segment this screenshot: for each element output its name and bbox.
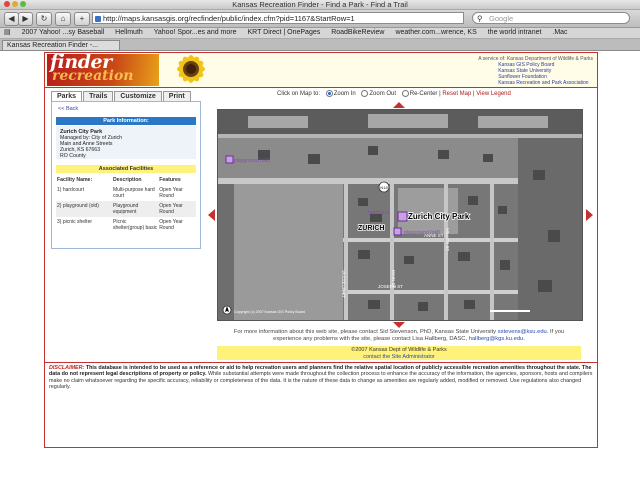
- contact-text: .: [523, 336, 525, 342]
- url-text: http://maps.kansasgis.org/recfinder/publ…: [103, 14, 355, 23]
- home-button[interactable]: ⌂: [55, 12, 71, 26]
- add-bookmark-button[interactable]: +: [74, 12, 90, 26]
- bookmarks-icon[interactable]: ▤: [4, 29, 11, 36]
- facilities-table: Facility Name: Description Features 1) h…: [56, 175, 196, 233]
- back-link[interactable]: << Back: [58, 106, 78, 112]
- column-header: Description: [113, 177, 142, 183]
- street-label: MAIN ST: [391, 270, 396, 289]
- bookmark-link[interactable]: the world intranet: [488, 29, 542, 36]
- window-titlebar: Kansas Recreation Finder - Find a Park -…: [0, 0, 640, 10]
- pan-south-arrow-icon[interactable]: [393, 322, 405, 328]
- park-info-header: Park Information:: [56, 117, 196, 125]
- street-label: MILLER ST: [445, 228, 450, 252]
- search-placeholder: Google: [489, 14, 514, 23]
- bookmarks-bar: ▤ 2007 Yahoo! ...sy Baseball Hellmuth Ya…: [0, 28, 640, 39]
- copyright-bar: ©2007 Kansas Dept of Wildlife & Parks co…: [217, 346, 581, 360]
- zoom-out-label[interactable]: Zoom Out: [369, 91, 396, 97]
- browser-tab[interactable]: Kansas Recreation Finder -...: [2, 40, 120, 50]
- site-logo[interactable]: finder recreation: [47, 51, 159, 86]
- table-row: 1) hardcourt Multi-purpose hard court Op…: [56, 185, 196, 201]
- facility-name: 3) picnic shelter: [57, 219, 93, 225]
- pan-west-arrow-icon[interactable]: [208, 209, 215, 221]
- forward-button[interactable]: ▶: [18, 12, 33, 26]
- bookmark-link[interactable]: RoadBikeReview: [331, 29, 384, 36]
- page-frame: finder recreation A service of: Kansas D…: [44, 51, 598, 448]
- bookmark-link[interactable]: weather.com...wrence, KS: [395, 29, 476, 36]
- contact-info: For more information about this web site…: [217, 329, 581, 343]
- bookmark-link[interactable]: 2007 Yahoo! ...sy Baseball: [22, 29, 105, 36]
- view-legend-link[interactable]: View Legend: [476, 91, 511, 97]
- site-favicon-icon: [95, 16, 101, 22]
- park-map-label: Zurich City Park: [408, 212, 470, 221]
- facility-features: Open Year Round: [159, 187, 183, 199]
- street-label: VASSEUR ST: [341, 270, 346, 298]
- minimize-window-icon[interactable]: [12, 1, 18, 7]
- facility-description: Picnic shelter(group) basic: [113, 219, 158, 231]
- disclaimer: DISCLAIMER: This database is intended to…: [45, 362, 597, 393]
- facility-name: 2) playground (old): [56, 201, 112, 217]
- contact-text: experience any problems with the site, p…: [273, 336, 468, 342]
- pan-north-arrow-icon[interactable]: [393, 102, 405, 108]
- separator: |: [439, 91, 441, 98]
- bookmark-link[interactable]: Hellmuth: [115, 29, 143, 36]
- recenter-label[interactable]: Re-Center: [410, 91, 438, 97]
- separator: |: [473, 91, 475, 98]
- bookmark-link[interactable]: KRT Direct | OnePages: [247, 29, 320, 36]
- browser-toolbar: ◀ ▶ ↻ ⌂ + http://maps.kansasgis.org/recf…: [0, 10, 640, 28]
- street-label: JOSEPH ST: [378, 284, 403, 289]
- park-info-body: Zurich City Park Managed by: City of Zur…: [56, 126, 196, 159]
- window-controls[interactable]: [4, 1, 26, 7]
- disclaimer-label: DISCLAIMER:: [49, 365, 85, 371]
- window-title: Kansas Recreation Finder - Find a Park -…: [232, 0, 408, 9]
- close-window-icon[interactable]: [4, 1, 10, 7]
- facility-name: 1) hardcourt: [57, 187, 84, 193]
- contact-text: For more information about this web site…: [233, 329, 497, 335]
- site-admin-link[interactable]: contact the Site Administrator: [363, 354, 435, 360]
- town-map-label: ZURICH: [358, 225, 384, 232]
- address-bar[interactable]: http://maps.kansasgis.org/recfinder/publ…: [92, 12, 464, 24]
- search-input[interactable]: ⚲ Google: [472, 12, 630, 24]
- facility-features: Open Year Round: [159, 219, 183, 231]
- zoom-in-label[interactable]: Zoom In: [334, 91, 356, 97]
- aerial-map-image: N18 Zurich City Park ZURICH hardcourt pl…: [218, 110, 582, 320]
- reload-button[interactable]: ↻: [36, 12, 52, 26]
- map-tools: Click on Map to: Zoom In Zoom Out Re-Cen…: [277, 90, 511, 97]
- column-header: Facility Name:: [57, 177, 93, 183]
- park-panel: << Back Park Information: Zurich City Pa…: [51, 101, 201, 249]
- browser-tab-bar: Kansas Recreation Finder -...: [0, 39, 640, 51]
- zoom-out-radio[interactable]: [361, 90, 369, 97]
- agency-list: A service of: Kansas Department of Wildl…: [478, 56, 593, 86]
- poi-label: hardcourt: [368, 210, 390, 216]
- park-county: RO County: [60, 153, 86, 159]
- contact-text: . If you: [546, 329, 565, 335]
- bookmark-link[interactable]: .Mac: [552, 29, 567, 36]
- route-marker: N18: [380, 185, 388, 190]
- zoom-in-radio[interactable]: [325, 90, 333, 97]
- facility-description: Playground equipment: [112, 201, 159, 217]
- recenter-radio[interactable]: [401, 90, 409, 97]
- back-button[interactable]: ◀: [4, 12, 19, 26]
- sunflower-image: [177, 55, 205, 83]
- map-tools-prefix: Click on Map to:: [277, 91, 321, 98]
- map-copyright: Copyright (c) 2007 Kansas GIS Policy Boa…: [234, 310, 305, 314]
- pan-east-arrow-icon[interactable]: [586, 209, 593, 221]
- reset-map-link[interactable]: Reset Map: [442, 91, 471, 97]
- table-row: 3) picnic shelter Picnic shelter(group) …: [56, 217, 196, 233]
- facilities-header: Associated Facilities: [56, 165, 196, 173]
- logo-word-recreation: recreation: [52, 68, 134, 84]
- email-link[interactable]: sstevens@ksu.edu: [498, 329, 547, 335]
- facility-features: Open Year Round: [158, 201, 196, 217]
- facility-description: Multi-purpose hard court: [113, 187, 155, 199]
- column-header: Features: [159, 177, 181, 183]
- email-link[interactable]: hallberg@kgs.ku.edu: [469, 336, 524, 342]
- poi-label: playground (old): [234, 158, 270, 164]
- street-label: ANNE ST: [424, 233, 444, 238]
- bookmark-link[interactable]: Yahoo! Spor...es and more: [154, 29, 237, 36]
- table-row: 2) playground (old) Playground equipment…: [56, 201, 196, 217]
- search-icon: ⚲: [477, 14, 483, 23]
- agency-link[interactable]: Kansas Recreation and Park Association: [478, 80, 593, 86]
- zoom-window-icon[interactable]: [20, 1, 26, 7]
- aerial-map[interactable]: N18 Zurich City Park ZURICH hardcourt pl…: [217, 109, 583, 321]
- site-header: finder recreation A service of: Kansas D…: [45, 51, 597, 88]
